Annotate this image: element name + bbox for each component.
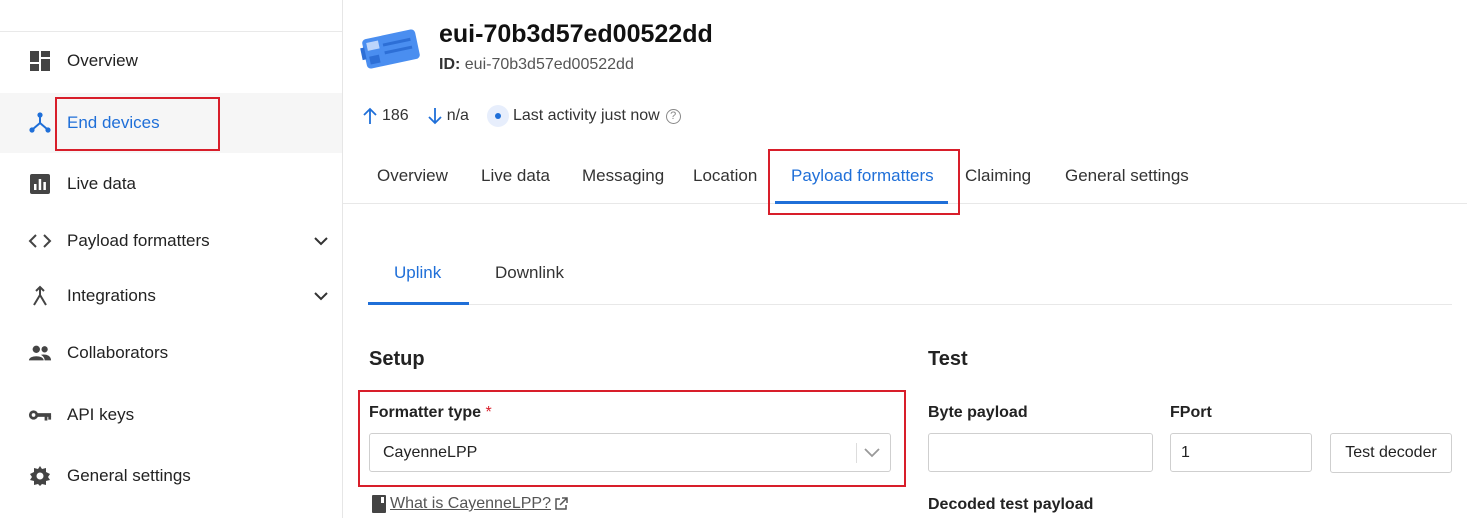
device-id-value: eui-70b3d57ed00522dd <box>464 56 634 73</box>
cayenne-help-link[interactable]: What is CayenneLPP? <box>372 495 568 513</box>
sidebar-item-label: Live data <box>67 174 136 193</box>
merge-icon <box>28 284 52 308</box>
sidebar-item-integrations[interactable]: Integrations <box>0 266 342 326</box>
key-icon <box>28 403 52 427</box>
fport-label: FPort <box>1170 404 1212 421</box>
device-stats: 186 n/a Last activity just now ? <box>362 104 699 128</box>
sidebar-item-label: API keys <box>67 405 135 424</box>
sidebar-item-label: Payload formatters <box>67 231 210 250</box>
test-decoder-button[interactable]: Test decoder <box>1330 433 1452 473</box>
payload-subtabs: Uplink Downlink <box>368 250 1452 305</box>
tab-messaging[interactable]: Messaging <box>582 166 664 186</box>
book-icon <box>372 495 386 513</box>
active-subtab-indicator <box>368 302 469 305</box>
dashboard-icon <box>28 49 52 73</box>
chevron-down-icon[interactable] <box>312 287 330 305</box>
tab-payload-formatters[interactable]: Payload formatters <box>791 166 934 186</box>
arrow-up-icon <box>363 107 377 124</box>
tab-claiming[interactable]: Claiming <box>965 166 1031 186</box>
formatter-type-select[interactable]: CayenneLPP <box>369 433 891 472</box>
bar-chart-icon <box>28 172 52 196</box>
device-id-label: ID: <box>439 56 461 73</box>
help-link-text[interactable]: What is CayenneLPP? <box>390 495 551 513</box>
people-icon <box>28 341 52 365</box>
page-title: eui-70b3d57ed00522dd <box>439 20 713 48</box>
sidebar: Overview End devices Live data Payload f… <box>0 0 343 518</box>
activity-text: Last activity just now <box>512 107 660 124</box>
fport-input[interactable] <box>1170 433 1312 472</box>
byte-payload-label: Byte payload <box>928 404 1028 421</box>
sidebar-item-label: End devices <box>67 113 160 132</box>
uplink-count: 186 <box>382 107 409 124</box>
sidebar-item-label: Overview <box>67 51 138 70</box>
downlink-stat: n/a <box>427 107 469 125</box>
test-title: Test <box>928 348 968 370</box>
sidebar-item-live-data[interactable]: Live data <box>0 154 342 214</box>
sidebar-item-general-settings[interactable]: General settings <box>0 446 342 506</box>
code-icon <box>28 229 52 253</box>
tab-overview[interactable]: Overview <box>377 166 448 186</box>
decoded-payload-label: Decoded test payload <box>928 496 1094 513</box>
sidebar-item-label: Collaborators <box>67 343 169 362</box>
arrow-down-icon <box>428 108 442 125</box>
device-id: ID: eui-70b3d57ed00522dd <box>439 56 634 74</box>
activity-status: Last activity just now ? <box>486 105 681 127</box>
device-tabs: Overview Live data Messaging Location Pa… <box>343 152 1467 204</box>
chevron-down-icon[interactable] <box>312 232 330 250</box>
setup-title: Setup <box>369 348 425 370</box>
tab-location[interactable]: Location <box>693 166 757 186</box>
sidebar-item-collaborators[interactable]: Collaborators <box>0 323 342 383</box>
sidebar-item-end-devices[interactable]: End devices <box>0 93 342 153</box>
device-network-icon <box>28 111 52 135</box>
active-tab-indicator <box>775 201 948 204</box>
sidebar-item-overview[interactable]: Overview <box>0 31 342 91</box>
required-mark: * <box>485 404 492 421</box>
sidebar-item-label: Integrations <box>67 286 156 305</box>
subtab-uplink[interactable]: Uplink <box>394 263 441 283</box>
uplink-stat: 186 <box>362 107 409 125</box>
sidebar-item-payload-formatters[interactable]: Payload formatters <box>0 211 342 271</box>
external-link-icon <box>555 497 568 510</box>
downlink-count: n/a <box>446 107 469 124</box>
gear-icon <box>28 464 52 488</box>
formatter-type-label: Formatter type * <box>369 404 492 422</box>
select-separator <box>856 443 857 463</box>
sidebar-item-api-keys[interactable]: API keys <box>0 385 342 445</box>
chevron-down-icon[interactable] <box>864 445 880 463</box>
activity-dot-icon <box>486 105 509 127</box>
tab-general-settings[interactable]: General settings <box>1065 166 1189 186</box>
subtab-downlink[interactable]: Downlink <box>495 263 564 283</box>
formatter-type-label-text: Formatter type <box>369 404 482 421</box>
formatter-type-value: CayenneLPP <box>383 444 478 461</box>
sidebar-item-label: General settings <box>67 466 191 485</box>
byte-payload-input[interactable] <box>928 433 1153 472</box>
help-icon[interactable]: ? <box>665 108 681 124</box>
device-icon <box>358 22 424 76</box>
tab-live-data[interactable]: Live data <box>481 166 550 186</box>
